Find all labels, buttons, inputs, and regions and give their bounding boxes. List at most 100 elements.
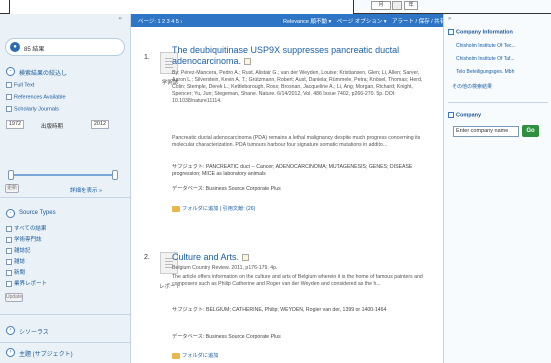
source-types-update-button[interactable]: Update <box>5 293 23 302</box>
company-header[interactable]: Company <box>448 112 481 118</box>
pdf-icon[interactable] <box>242 254 250 262</box>
checkbox-icon <box>6 247 12 254</box>
page-numbers[interactable]: 1 2 3 4 5 › <box>157 19 182 25</box>
expand-circle-icon: › <box>6 348 15 357</box>
source-types-label: Source Types <box>19 210 56 216</box>
page-links[interactable]: ページ: 1 2 3 4 5 › <box>138 17 182 25</box>
collapse-left-icon[interactable]: « <box>119 16 122 22</box>
title-text[interactable]: Culture and Arts. <box>172 252 239 262</box>
folder-text[interactable]: フォルダに追加 | 引用文献: (26) <box>182 206 255 212</box>
company-information-header[interactable]: Company Information <box>448 29 513 35</box>
calendar-day-select[interactable]: 月 <box>371 1 391 10</box>
checkbox-icon <box>6 82 12 88</box>
result-authors: By: Pérez-Mancera, Pedro A.; Rust, Alist… <box>172 70 423 104</box>
company-go-button[interactable]: Go <box>522 125 539 137</box>
year-from-input[interactable]: 1972 <box>6 120 24 129</box>
checkbox-label: 業界レポート <box>14 281 48 287</box>
checkbox-label: 雑誌記 <box>14 248 31 254</box>
result-title-link[interactable]: The deubiquitinase USP9X suppresses panc… <box>172 45 432 67</box>
checkbox-icon <box>6 225 12 232</box>
source-type-magazine-article[interactable]: 雑誌記 <box>6 246 31 254</box>
company-link-3[interactable]: Telo Beteiligungsges. Mbh <box>456 69 514 75</box>
expand-circle-icon: › <box>6 326 15 335</box>
subject-label: 主題 (サブジェクト) <box>19 352 73 358</box>
source-type-all[interactable]: すべての結果 <box>6 224 46 232</box>
results-count: 85 結果 <box>24 47 45 53</box>
divider <box>0 197 131 198</box>
result-database: データベース: Business Source Corporate Plus <box>172 186 281 192</box>
result-abstract: Pancreatic ductal adenocarcinoma (PDA) r… <box>172 135 421 148</box>
top-strip: 月 年 <box>0 0 551 14</box>
result-abstract: The article offers information on the cu… <box>172 274 423 287</box>
company-name-input[interactable]: Enter company name <box>453 126 519 137</box>
slider-handle-end[interactable] <box>112 170 118 180</box>
thesaurus-header[interactable]: › シソーラス <box>5 324 125 338</box>
folder-icon <box>172 352 180 359</box>
company-information-label: Company Information <box>456 29 513 36</box>
results-list: ページ: 1 2 3 4 5 › Relevance 順不動 ▾ ページ オプシ… <box>131 14 449 363</box>
checkbox-icon <box>6 106 12 112</box>
source-types-header[interactable]: - Source Types <box>5 207 125 221</box>
checkbox-label: Full Text <box>14 82 35 89</box>
result-subjects: サブジェクト: PANCREATIC duct -- Cancer; ADENO… <box>172 164 413 177</box>
top-left-frame <box>0 0 10 14</box>
calendar-year-select[interactable]: 年 <box>404 1 418 10</box>
divider <box>448 102 548 103</box>
checkbox-label: すべての結果 <box>14 226 47 232</box>
checkbox-references-available[interactable]: References Available <box>6 94 66 100</box>
divider <box>0 342 131 343</box>
source-type-newspaper[interactable]: 新聞 <box>6 268 25 276</box>
more-results-link[interactable]: その他の検索結果 <box>452 83 492 90</box>
add-to-folder-link[interactable]: フォルダに追加 <box>172 352 218 359</box>
pagination-bar: ページ: 1 2 3 4 5 › Relevance 順不動 ▾ ページ オプシ… <box>131 14 449 27</box>
refine-results-label: 検索結果の絞込し <box>19 71 68 77</box>
result-options-menus[interactable]: Relevance 順不動 ▾ ページ オプション ▾ アラート / 保存 / … <box>283 17 449 25</box>
checkbox-icon <box>6 94 12 100</box>
company-link-1[interactable]: Chisholm Institute Of Tec... <box>456 43 516 49</box>
year-to-input[interactable]: 2012 <box>91 120 109 129</box>
collapse-square-icon <box>448 112 454 118</box>
checkbox-scholarly-journals[interactable]: Scholarly Journals <box>6 106 59 112</box>
result-number: 2. <box>144 254 150 261</box>
add-to-folder-link[interactable]: フォルダに追加 | 引用文献: (26) <box>172 205 255 212</box>
result-subjects: サブジェクト: BELGIUM; CATHERINE, Philip; WEYD… <box>172 307 387 313</box>
source-type-industry-report[interactable]: 業界レポート <box>6 279 47 287</box>
calendar-dropdown-button[interactable] <box>392 1 402 10</box>
show-details-link[interactable]: 詳細を表示 » <box>70 186 102 194</box>
checkbox-label: 学術専門誌 <box>14 237 42 243</box>
slider-handle-start[interactable] <box>8 170 14 180</box>
year-label: 出版時期 <box>41 124 64 130</box>
year-update-button[interactable]: 更新 <box>5 184 19 193</box>
divider <box>0 314 131 315</box>
checkbox-icon <box>6 280 12 287</box>
checkbox-label: References Available <box>14 94 66 101</box>
pdf-icon[interactable] <box>244 58 252 66</box>
slider-track <box>11 174 115 176</box>
checkbox-label: Scholarly Journals <box>14 106 59 113</box>
result-database: データベース: Business Source Corporate Plus <box>172 334 281 340</box>
page-label: ページ: <box>138 19 156 25</box>
folder-text[interactable]: フォルダに追加 <box>182 353 218 359</box>
company-link-2[interactable]: Chisholm Institute Of Taf... <box>456 56 515 62</box>
results-icon: ● <box>10 42 20 52</box>
refine-sidebar: « ● 85 結果 - 検索結果の絞込し Full Text Reference… <box>0 14 131 363</box>
result-title-link[interactable]: Culture and Arts. <box>172 252 432 263</box>
collapse-square-icon <box>448 29 454 35</box>
source-type-magazine[interactable]: 雑誌 <box>6 257 25 265</box>
collapse-right-icon[interactable]: » <box>448 16 451 22</box>
result-source: Belgium Country Review. 2011, p176-179. … <box>172 265 278 271</box>
folder-icon <box>172 205 180 212</box>
collapse-circle-icon: - <box>6 67 15 76</box>
checkbox-label: 新聞 <box>14 270 26 276</box>
subject-header[interactable]: › 主題 (サブジェクト) <box>5 346 125 360</box>
checkbox-icon <box>6 258 12 265</box>
result-number: 1. <box>144 54 150 61</box>
source-type-academic[interactable]: 学術専門誌 <box>6 235 42 243</box>
title-text[interactable]: The deubiquitinase USP9X suppresses panc… <box>172 45 399 66</box>
year-slider[interactable] <box>8 168 118 182</box>
checkbox-icon <box>6 269 12 276</box>
checkbox-icon <box>6 236 12 243</box>
checkbox-full-text[interactable]: Full Text <box>6 82 34 88</box>
refine-results-header[interactable]: - 検索結果の絞込し <box>5 65 125 79</box>
results-count-box: ● 85 結果 <box>5 38 125 56</box>
